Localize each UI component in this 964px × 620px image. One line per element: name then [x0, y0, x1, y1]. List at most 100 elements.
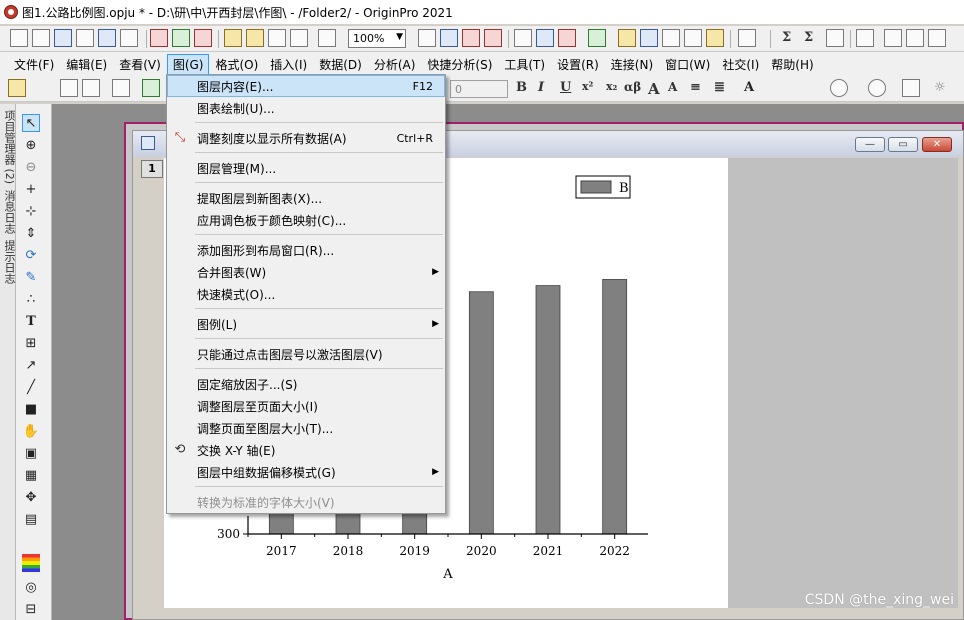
command-window-icon[interactable] [662, 29, 680, 47]
new-plot-icon[interactable] [120, 29, 138, 47]
hand-icon[interactable]: ✋ [22, 422, 40, 440]
dropdown-item-20[interactable]: 调整页面至图层大小(T)... [167, 417, 445, 439]
statistics-icon[interactable]: Σ [804, 30, 813, 45]
ungroup-icon[interactable] [82, 79, 100, 97]
dropdown-item-18[interactable]: 固定缩放因子...(S) [167, 373, 445, 395]
bar-2020[interactable] [468, 291, 494, 535]
dropdown-item-10[interactable]: 添加图形到布局窗口(R)... [167, 239, 445, 261]
menu-item-1[interactable]: 编辑(E) [60, 54, 113, 75]
font-color-icon[interactable]: A [744, 80, 754, 95]
close-button[interactable]: ✕ [922, 137, 952, 152]
sum-icon[interactable]: Σ [782, 30, 791, 45]
menu-item-8[interactable]: 快捷分析(S) [421, 54, 498, 75]
new-layout-icon[interactable] [150, 29, 168, 47]
draw-data-icon[interactable]: ✎ [22, 268, 40, 286]
print-icon[interactable] [418, 29, 436, 47]
line-tool-icon[interactable]: ╱ [22, 378, 40, 396]
column-chart-icon[interactable] [884, 29, 902, 47]
eraser-icon[interactable]: ▤ [22, 510, 40, 528]
menu-item-9[interactable]: 工具(T) [498, 54, 551, 75]
save-project-icon[interactable] [268, 29, 286, 47]
brightness-icon[interactable]: ☼ [934, 80, 946, 95]
move-object-icon[interactable]: ✥ [22, 488, 40, 506]
color-palette-icon[interactable] [22, 554, 40, 572]
dropdown-item-22[interactable]: 图层中组数据偏移模式(G) ▶ [167, 461, 445, 483]
arrow-tool-icon[interactable]: ↗ [22, 356, 40, 374]
data-selector-icon[interactable]: ⇕ [22, 224, 40, 242]
line-style-icon[interactable]: ≣ [714, 80, 725, 95]
text-tool-icon[interactable]: T [22, 312, 40, 330]
menu-item-10[interactable]: 设置(R) [551, 54, 605, 75]
settings-gear-icon[interactable] [706, 29, 724, 47]
open-template-icon[interactable] [246, 29, 264, 47]
superscript-button[interactable]: x² [582, 80, 593, 93]
greek-button[interactable]: αβ [624, 80, 641, 94]
line-color-icon[interactable] [902, 79, 920, 97]
dropdown-item-8[interactable]: 应用调色板于颜色映射(C)... [167, 209, 445, 231]
new-excel-icon[interactable] [194, 29, 212, 47]
refresh-icon[interactable] [462, 29, 480, 47]
dropdown-item-5[interactable]: 图层管理(M)... [167, 157, 445, 179]
project-explorer-icon[interactable] [536, 29, 554, 47]
messages-log-tab[interactable]: 消息日志 [1, 190, 17, 234]
export-graph-icon[interactable] [440, 29, 458, 47]
bar-2022[interactable] [602, 279, 628, 535]
template-icon[interactable]: ⊟ [22, 600, 40, 618]
save-window-icon[interactable] [290, 29, 308, 47]
open-icon[interactable] [224, 29, 242, 47]
results-log-icon[interactable] [558, 29, 576, 47]
menu-item-7[interactable]: 分析(A) [368, 54, 422, 75]
new-graph-icon[interactable] [76, 29, 94, 47]
zoom-rect-icon[interactable] [640, 29, 658, 47]
menu-item-3[interactable]: 图(G) [166, 53, 210, 75]
minimize-button[interactable]: — [855, 137, 885, 152]
bar-chart-icon[interactable] [906, 29, 924, 47]
new-worksheet-icon[interactable] [32, 29, 50, 47]
new-matrix-icon[interactable] [54, 29, 72, 47]
new-function-icon[interactable] [98, 29, 116, 47]
layer-1-button[interactable]: 1 [141, 160, 163, 178]
font-size-combobox[interactable]: 0 [450, 80, 508, 98]
project-manager-tab[interactable]: 项目管理器 (2) [1, 110, 17, 184]
menu-item-0[interactable]: 文件(F) [8, 54, 60, 75]
menu-item-13[interactable]: 社交(I) [716, 54, 765, 75]
sort-icon[interactable] [826, 29, 844, 47]
pattern-icon[interactable] [868, 79, 886, 97]
zoom-out-icon[interactable]: ⊖ [22, 158, 40, 176]
dropdown-item-19[interactable]: 调整图层至页面大小(I) [167, 395, 445, 417]
object-manager-icon[interactable] [588, 29, 606, 47]
menu-item-2[interactable]: 查看(V) [113, 54, 167, 75]
rectangle-tool-icon[interactable]: ■ [22, 400, 40, 418]
dropdown-item-0[interactable]: 图层内容(E)... F12 [167, 75, 445, 97]
insert-graph-icon[interactable]: ▦ [22, 466, 40, 484]
pointer-icon[interactable]: ↖ [22, 114, 40, 132]
align-icon[interactable]: ≡ [690, 80, 701, 95]
dropdown-item-12[interactable]: 快速模式(O)... [167, 283, 445, 305]
dropdown-item-14[interactable]: 图例(L) ▶ [167, 313, 445, 335]
decrease-font-button[interactable]: A [668, 80, 677, 94]
add-column-icon[interactable] [738, 29, 756, 47]
menu-item-12[interactable]: 窗口(W) [659, 54, 716, 75]
dropdown-item-1[interactable]: 图表绘制(U)... [167, 97, 445, 119]
mask-points-icon[interactable]: ▣ [22, 444, 40, 462]
bar-2021[interactable] [535, 285, 561, 535]
dropdown-item-21[interactable]: ⟲ 交换 X-Y 轴(E) [167, 439, 445, 461]
rotate-3d-icon[interactable]: ⟳ [22, 246, 40, 264]
menu-item-6[interactable]: 数据(D) [313, 54, 368, 75]
x-axis-title[interactable]: A [442, 567, 453, 582]
set-column-values-icon[interactable] [856, 29, 874, 47]
restore-button[interactable]: ▭ [888, 137, 918, 152]
increase-font-button[interactable]: A [648, 80, 660, 98]
add-layer-icon[interactable] [142, 79, 160, 97]
subscript-button[interactable]: x₂ [606, 80, 617, 93]
code-builder-icon[interactable] [514, 29, 532, 47]
new-project-icon[interactable] [10, 29, 28, 47]
script-window-icon[interactable] [684, 29, 702, 47]
hints-log-tab[interactable]: 提示日志 [1, 240, 17, 284]
menu-item-5[interactable]: 插入(I) [264, 54, 313, 75]
screen-reader-icon[interactable]: + [22, 180, 40, 198]
fill-color-icon[interactable] [830, 79, 848, 97]
plot-setup-icon[interactable] [8, 79, 26, 97]
zoom-combobox[interactable]: 100% ▼ [348, 29, 406, 48]
bold-button[interactable]: B [516, 80, 527, 95]
